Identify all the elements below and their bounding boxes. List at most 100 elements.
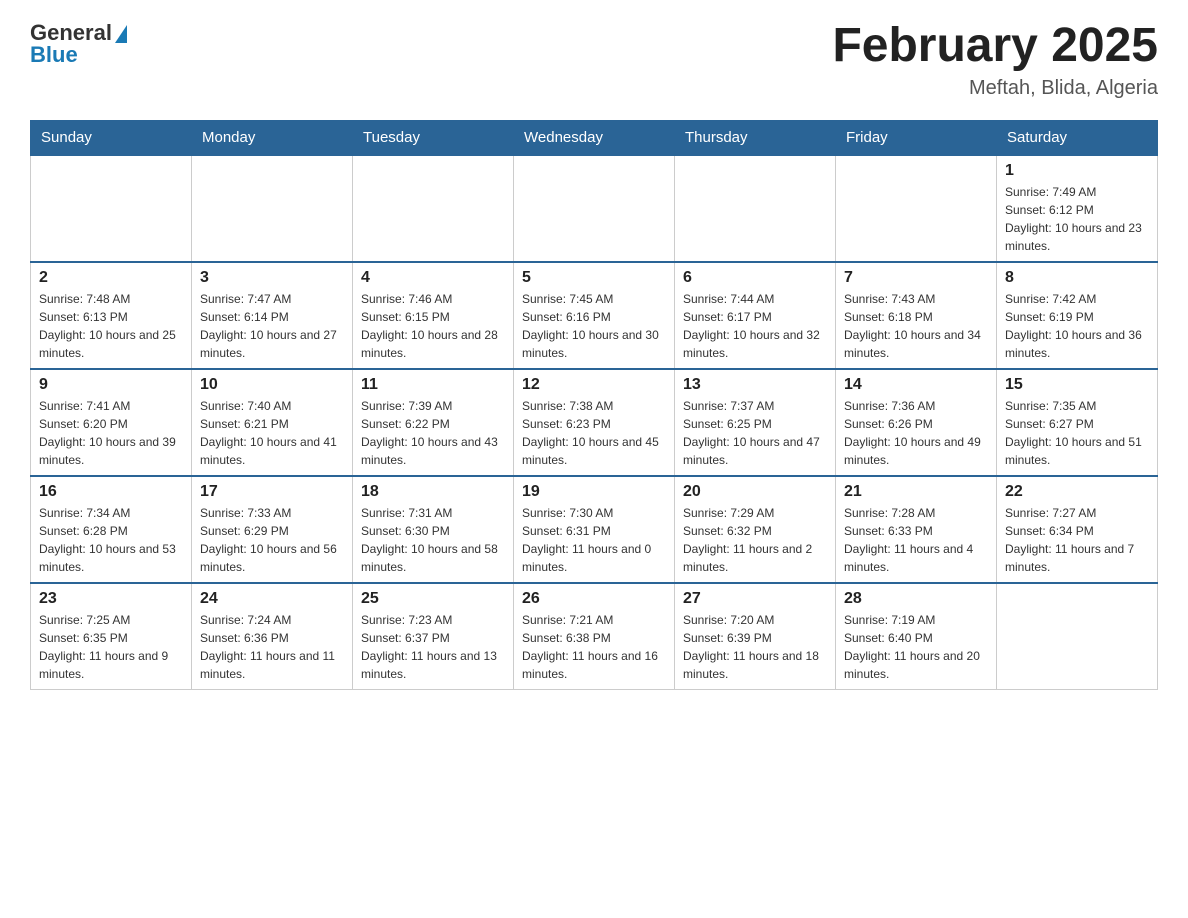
month-title: February 2025 (832, 20, 1158, 73)
day-number: 25 (361, 590, 505, 608)
day-number: 9 (39, 376, 183, 394)
table-row (675, 155, 836, 262)
day-number: 7 (844, 269, 988, 287)
day-number: 4 (361, 269, 505, 287)
table-row: 20 Sunrise: 7:29 AM Sunset: 6:32 PM Dayli… (675, 476, 836, 583)
calendar-week-row: 23 Sunrise: 7:25 AM Sunset: 6:35 PM Dayli… (31, 583, 1158, 690)
col-thursday: Thursday (675, 120, 836, 155)
col-wednesday: Wednesday (514, 120, 675, 155)
day-number: 6 (683, 269, 827, 287)
day-number: 28 (844, 590, 988, 608)
table-row: 3Sunrise: 7:47 AM Sunset: 6:14 PM Daylig… (192, 262, 353, 369)
day-info: Sunrise: 7:45 AM Sunset: 6:16 PM Dayligh… (522, 290, 666, 362)
table-row: 10 Sunrise: 7:40 AM Sunset: 6:21 PM Dayli… (192, 369, 353, 476)
day-info: Sunrise: 7:36 AM Sunset: 6:26 PM Dayligh… (844, 397, 988, 469)
day-number: 21 (844, 483, 988, 501)
page-header: General Blue February 2025 Meftah, Blida… (30, 20, 1158, 100)
day-number: 1 (1005, 162, 1149, 180)
day-info: Sunrise: 7:29 AM Sunset: 6:32 PM Dayligh… (683, 504, 827, 576)
table-row: 5 Sunrise: 7:45 AM Sunset: 6:16 PM Daylig… (514, 262, 675, 369)
table-row: 7Sunrise: 7:43 AM Sunset: 6:18 PM Daylig… (836, 262, 997, 369)
day-number: 5 (522, 269, 666, 287)
table-row: 16 Sunrise: 7:34 AM Sunset: 6:28 PM Dayli… (31, 476, 192, 583)
day-info: Sunrise: 7:39 AM Sunset: 6:22 PM Dayligh… (361, 397, 505, 469)
day-info: Sunrise: 7:33 AM Sunset: 6:29 PM Dayligh… (200, 504, 344, 576)
calendar-table: Sunday Monday Tuesday Wednesday Thursday… (30, 120, 1158, 690)
day-info: Sunrise: 7:30 AM Sunset: 6:31 PM Dayligh… (522, 504, 666, 576)
day-number: 23 (39, 590, 183, 608)
location-text: Meftah, Blida, Algeria (832, 77, 1158, 100)
calendar-week-row: 2 Sunrise: 7:48 AM Sunset: 6:13 PM Daylig… (31, 262, 1158, 369)
day-info: Sunrise: 7:20 AM Sunset: 6:39 PM Dayligh… (683, 611, 827, 683)
day-info: Sunrise: 7:35 AM Sunset: 6:27 PM Dayligh… (1005, 397, 1149, 469)
table-row (997, 583, 1158, 690)
day-info: Sunrise: 7:40 AM Sunset: 6:21 PM Dayligh… (200, 397, 344, 469)
col-tuesday: Tuesday (353, 120, 514, 155)
table-row: 6 Sunrise: 7:44 AM Sunset: 6:17 PM Daylig… (675, 262, 836, 369)
title-block: February 2025 Meftah, Blida, Algeria (832, 20, 1158, 100)
logo: General Blue (30, 20, 127, 68)
calendar-week-row: 1 Sunrise: 7:49 AM Sunset: 6:12 PM Daylig… (31, 155, 1158, 262)
table-row: 9Sunrise: 7:41 AM Sunset: 6:20 PM Daylig… (31, 369, 192, 476)
day-number: 24 (200, 590, 344, 608)
day-number: 13 (683, 376, 827, 394)
day-info: Sunrise: 7:42 AM Sunset: 6:19 PM Dayligh… (1005, 290, 1149, 362)
day-info: Sunrise: 7:23 AM Sunset: 6:37 PM Dayligh… (361, 611, 505, 683)
table-row: 1 Sunrise: 7:49 AM Sunset: 6:12 PM Daylig… (997, 155, 1158, 262)
day-number: 11 (361, 376, 505, 394)
day-number: 14 (844, 376, 988, 394)
col-saturday: Saturday (997, 120, 1158, 155)
logo-blue-text: Blue (30, 42, 78, 68)
day-info: Sunrise: 7:38 AM Sunset: 6:23 PM Dayligh… (522, 397, 666, 469)
day-info: Sunrise: 7:49 AM Sunset: 6:12 PM Dayligh… (1005, 183, 1149, 255)
day-info: Sunrise: 7:44 AM Sunset: 6:17 PM Dayligh… (683, 290, 827, 362)
day-number: 26 (522, 590, 666, 608)
day-info: Sunrise: 7:21 AM Sunset: 6:38 PM Dayligh… (522, 611, 666, 683)
calendar-week-row: 9Sunrise: 7:41 AM Sunset: 6:20 PM Daylig… (31, 369, 1158, 476)
table-row: 4 Sunrise: 7:46 AM Sunset: 6:15 PM Daylig… (353, 262, 514, 369)
day-number: 19 (522, 483, 666, 501)
table-row: 23 Sunrise: 7:25 AM Sunset: 6:35 PM Dayli… (31, 583, 192, 690)
table-row: 26 Sunrise: 7:21 AM Sunset: 6:38 PM Dayli… (514, 583, 675, 690)
day-info: Sunrise: 7:27 AM Sunset: 6:34 PM Dayligh… (1005, 504, 1149, 576)
table-row: 12 Sunrise: 7:38 AM Sunset: 6:23 PM Dayli… (514, 369, 675, 476)
col-friday: Friday (836, 120, 997, 155)
table-row: 15 Sunrise: 7:35 AM Sunset: 6:27 PM Dayli… (997, 369, 1158, 476)
table-row: 17Sunrise: 7:33 AM Sunset: 6:29 PM Dayli… (192, 476, 353, 583)
col-sunday: Sunday (31, 120, 192, 155)
day-info: Sunrise: 7:19 AM Sunset: 6:40 PM Dayligh… (844, 611, 988, 683)
day-info: Sunrise: 7:48 AM Sunset: 6:13 PM Dayligh… (39, 290, 183, 362)
day-number: 22 (1005, 483, 1149, 501)
table-row: 24Sunrise: 7:24 AM Sunset: 6:36 PM Dayli… (192, 583, 353, 690)
day-number: 16 (39, 483, 183, 501)
day-number: 15 (1005, 376, 1149, 394)
day-number: 18 (361, 483, 505, 501)
table-row: 22 Sunrise: 7:27 AM Sunset: 6:34 PM Dayli… (997, 476, 1158, 583)
day-number: 27 (683, 590, 827, 608)
day-info: Sunrise: 7:25 AM Sunset: 6:35 PM Dayligh… (39, 611, 183, 683)
day-info: Sunrise: 7:47 AM Sunset: 6:14 PM Dayligh… (200, 290, 344, 362)
day-number: 10 (200, 376, 344, 394)
day-info: Sunrise: 7:37 AM Sunset: 6:25 PM Dayligh… (683, 397, 827, 469)
day-info: Sunrise: 7:31 AM Sunset: 6:30 PM Dayligh… (361, 504, 505, 576)
table-row: 28 Sunrise: 7:19 AM Sunset: 6:40 PM Dayli… (836, 583, 997, 690)
table-row: 18 Sunrise: 7:31 AM Sunset: 6:30 PM Dayli… (353, 476, 514, 583)
table-row (31, 155, 192, 262)
table-row: 14 Sunrise: 7:36 AM Sunset: 6:26 PM Dayli… (836, 369, 997, 476)
day-number: 12 (522, 376, 666, 394)
table-row (353, 155, 514, 262)
col-monday: Monday (192, 120, 353, 155)
table-row: 13 Sunrise: 7:37 AM Sunset: 6:25 PM Dayli… (675, 369, 836, 476)
table-row: 21 Sunrise: 7:28 AM Sunset: 6:33 PM Dayli… (836, 476, 997, 583)
table-row: 27 Sunrise: 7:20 AM Sunset: 6:39 PM Dayli… (675, 583, 836, 690)
day-info: Sunrise: 7:46 AM Sunset: 6:15 PM Dayligh… (361, 290, 505, 362)
day-number: 8 (1005, 269, 1149, 287)
logo-triangle-icon (115, 25, 127, 43)
day-number: 2 (39, 269, 183, 287)
calendar-week-row: 16 Sunrise: 7:34 AM Sunset: 6:28 PM Dayli… (31, 476, 1158, 583)
table-row (514, 155, 675, 262)
day-info: Sunrise: 7:28 AM Sunset: 6:33 PM Dayligh… (844, 504, 988, 576)
day-number: 20 (683, 483, 827, 501)
table-row: 19 Sunrise: 7:30 AM Sunset: 6:31 PM Dayli… (514, 476, 675, 583)
day-info: Sunrise: 7:34 AM Sunset: 6:28 PM Dayligh… (39, 504, 183, 576)
